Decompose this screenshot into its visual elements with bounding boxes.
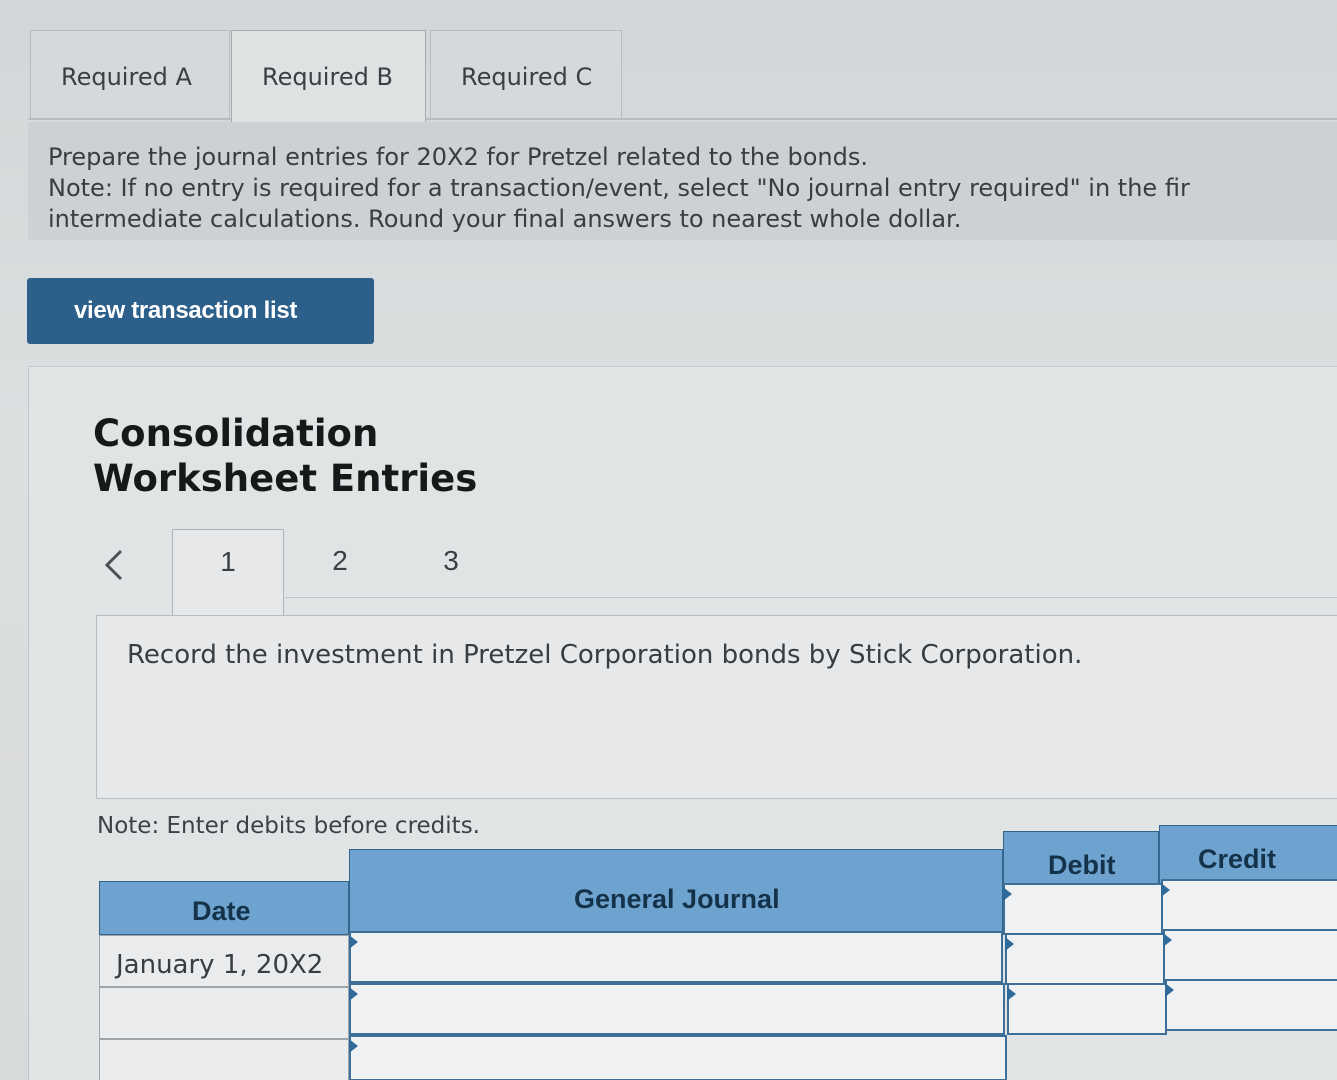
credit-input-row-1[interactable] <box>1161 879 1337 931</box>
record-instruction-box: Record the investment in Pretzel Corpora… <box>96 615 1337 799</box>
credit-input-row-3[interactable] <box>1165 979 1337 1031</box>
instructions-line-2: Note: If no entry is required for a tran… <box>48 174 1190 202</box>
tab-required-c[interactable]: Required C <box>430 30 622 118</box>
dropdown-marker-icon <box>349 1039 358 1053</box>
credit-input-row-2[interactable] <box>1163 929 1337 981</box>
account-select-row-2[interactable] <box>349 983 1005 1035</box>
date-cell-row-3 <box>99 1039 349 1080</box>
dropdown-marker-icon <box>1007 987 1016 1001</box>
column-header-general-journal: General Journal <box>349 849 1003 935</box>
debits-credits-note: Note: Enter debits before credits. <box>97 813 480 839</box>
tab-required-b[interactable]: Required B <box>231 30 426 122</box>
instructions-panel: Prepare the journal entries for 20X2 for… <box>28 122 1337 240</box>
account-select-row-1[interactable] <box>349 931 1003 983</box>
debit-input-row-3[interactable] <box>1007 983 1167 1035</box>
worksheet-title-line-2: Worksheet Entries <box>93 457 478 500</box>
entry-page-2[interactable]: 2 <box>284 529 396 615</box>
date-cell-row-2 <box>99 987 349 1039</box>
dropdown-marker-icon <box>1165 983 1174 997</box>
date-cell-row-1: January 1, 20X2 <box>99 935 349 987</box>
tab-required-a[interactable]: Required A <box>30 30 230 118</box>
requirement-tabs: Required A Required B Required C <box>28 30 1337 122</box>
worksheet-title-line-1: Consolidation <box>93 412 379 455</box>
journal-table: Date General Journal Debit Credit Januar… <box>99 825 1337 1080</box>
dropdown-marker-icon <box>1003 887 1012 901</box>
entry-page-1[interactable]: 1 <box>172 529 284 615</box>
page: Required A Required B Required C Prepare… <box>0 0 1337 1080</box>
account-select-row-3[interactable] <box>349 1035 1007 1080</box>
record-instruction-text: Record the investment in Pretzel Corpora… <box>127 640 1083 670</box>
worksheet-title: Consolidation Worksheet Entries <box>93 411 477 501</box>
dropdown-marker-icon <box>349 935 358 949</box>
instructions-line-1: Prepare the journal entries for 20X2 for… <box>48 143 869 171</box>
tabs-baseline <box>28 118 1337 120</box>
chevron-left-icon[interactable] <box>99 545 129 585</box>
entry-page-3[interactable]: 3 <box>395 529 507 615</box>
view-transaction-list-button[interactable]: view transaction list <box>27 278 374 344</box>
debit-input-row-2[interactable] <box>1005 933 1165 985</box>
dropdown-marker-icon <box>1005 937 1014 951</box>
worksheet-panel: Consolidation Worksheet Entries 1 2 3 Re… <box>28 366 1337 1080</box>
dropdown-marker-icon <box>1161 883 1170 897</box>
debit-input-row-1[interactable] <box>1003 883 1163 935</box>
column-header-date: Date <box>99 881 349 935</box>
dropdown-marker-icon <box>1163 933 1172 947</box>
instructions-line-3: intermediate calculations. Round your fi… <box>48 205 962 233</box>
dropdown-marker-icon <box>349 987 358 1001</box>
